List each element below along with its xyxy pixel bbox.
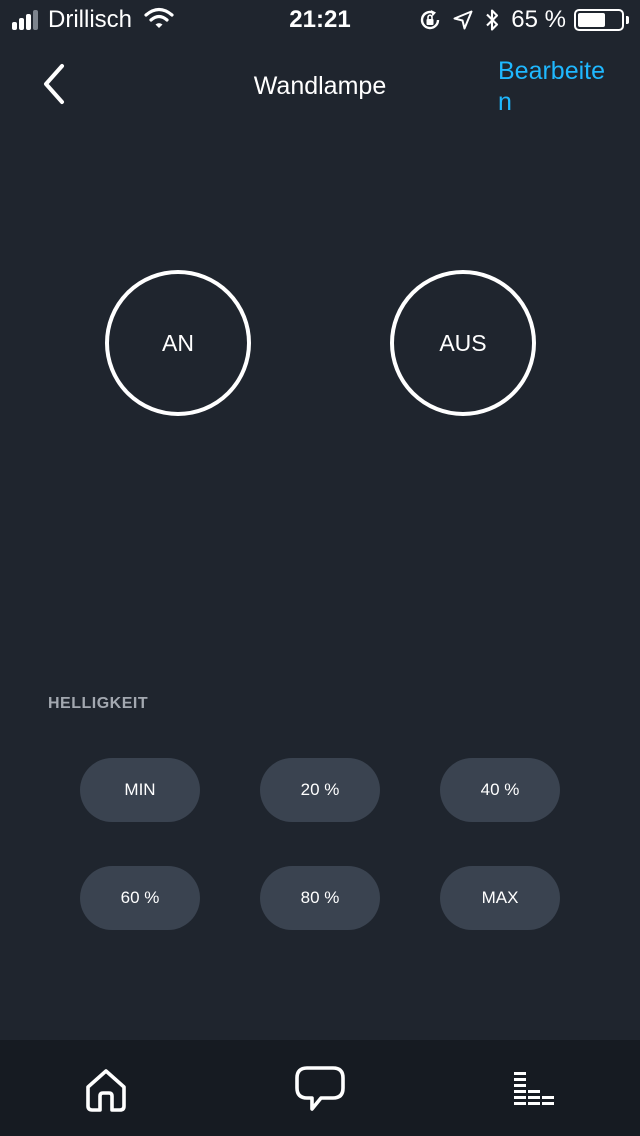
brightness-40-button[interactable]: 40 % <box>440 758 560 822</box>
back-button[interactable] <box>36 58 84 110</box>
power-off-label: AUS <box>439 329 487 356</box>
brightness-option-label: MAX <box>481 888 519 907</box>
brightness-min-button[interactable]: MIN <box>80 758 200 822</box>
tab-home[interactable] <box>78 1062 134 1118</box>
brightness-80-button[interactable]: 80 % <box>260 866 380 930</box>
brightness-option-label: 40 % <box>480 780 520 799</box>
location-arrow-icon <box>453 10 473 30</box>
battery-icon <box>574 8 630 32</box>
brightness-20-button[interactable]: 20 % <box>260 758 380 822</box>
tab-bar <box>0 1040 640 1136</box>
brightness-max-button[interactable]: MAX <box>440 866 560 930</box>
home-icon <box>86 1069 126 1112</box>
edit-button[interactable]: Bearbeiten <box>498 56 618 118</box>
chevron-left-icon <box>44 64 64 104</box>
play-equalizer-icon <box>514 1072 554 1105</box>
page-title: Wandlampe <box>253 72 387 100</box>
brightness-60-button[interactable]: 60 % <box>80 866 200 930</box>
power-on-button[interactable]: AN <box>105 270 251 416</box>
brightness-option-label: MIN <box>124 780 156 799</box>
app-screen: Drillisch 21:21 65 % Wandlampe Bearbeite… <box>0 0 640 1136</box>
navigation-bar: Wandlampe Bearbeiten <box>0 44 640 124</box>
tab-communication[interactable] <box>292 1062 348 1118</box>
status-right: 65 % <box>419 6 630 34</box>
brightness-section-label: HELLIGKEIT <box>48 695 149 712</box>
power-off-button[interactable]: AUS <box>390 270 536 416</box>
power-on-label: AN <box>162 329 194 356</box>
brightness-option-label: 60 % <box>120 888 160 907</box>
brightness-option-label: 20 % <box>300 780 340 799</box>
rotation-lock-icon <box>419 9 441 31</box>
bluetooth-icon <box>485 8 499 32</box>
chat-bubble-icon <box>295 1066 345 1111</box>
status-bar: Drillisch 21:21 65 % <box>0 0 640 40</box>
brightness-option-label: 80 % <box>300 888 340 907</box>
tab-play[interactable] <box>506 1062 562 1118</box>
battery-percentage: 65 % <box>511 6 566 33</box>
